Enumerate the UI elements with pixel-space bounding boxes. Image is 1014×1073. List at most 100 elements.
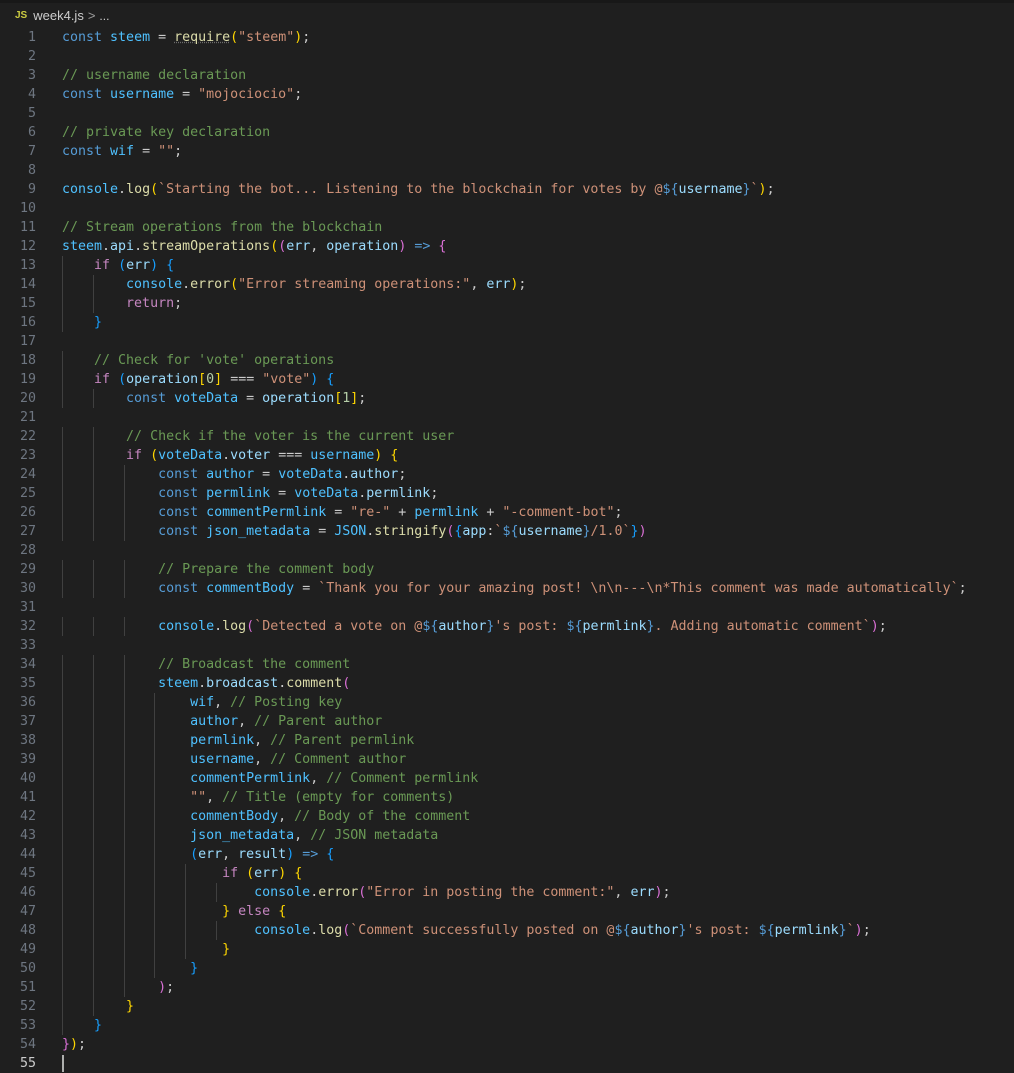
code-line[interactable]: 21 [0, 408, 1014, 427]
line-number: 27 [19, 524, 36, 539]
breadcrumb-symbols[interactable]: ... [99, 9, 109, 23]
code-line[interactable]: 47 } else { [0, 902, 1014, 921]
code-text: } [94, 1018, 103, 1033]
code-line[interactable]: 22 // Check if the voter is the current … [0, 427, 1014, 446]
code-text: const author = voteData.author; [158, 467, 407, 482]
code-text [62, 1054, 64, 1073]
code-line[interactable]: 44 (err, result) => { [0, 845, 1014, 864]
code-line[interactable]: 35 steem.broadcast.comment( [0, 674, 1014, 693]
code-text: } [222, 942, 231, 957]
code-line[interactable]: 32 console.log(`Detected a vote on @${au… [0, 617, 1014, 636]
line-number: 41 [19, 790, 36, 805]
line-number: 9 [27, 182, 36, 197]
code-line[interactable]: 24 const author = voteData.author; [0, 465, 1014, 484]
code-line[interactable]: 51 ); [0, 978, 1014, 997]
line-number: 37 [19, 714, 36, 729]
code-line[interactable]: 3 // username declaration [0, 66, 1014, 85]
code-line[interactable]: 53 } [0, 1016, 1014, 1035]
code-text: permlink, // Parent permlink [190, 733, 415, 748]
code-line[interactable]: 15 return; [0, 294, 1014, 313]
line-number: 4 [27, 87, 36, 102]
code-line[interactable]: 27 const json_metadata = JSON.stringify(… [0, 522, 1014, 541]
code-line[interactable]: 52 } [0, 997, 1014, 1016]
line-number: 6 [27, 125, 36, 140]
code-line[interactable]: 14 console.error("Error streaming operat… [0, 275, 1014, 294]
code-line[interactable]: 37 author, // Parent author [0, 712, 1014, 731]
line-number: 34 [19, 657, 36, 672]
code-line[interactable]: 36 wif, // Posting key [0, 693, 1014, 712]
code-text: console.log(`Starting the bot... Listeni… [62, 182, 775, 197]
line-number: 52 [19, 999, 36, 1014]
code-text: wif, // Posting key [190, 695, 343, 710]
code-line[interactable]: 1 const steem = require("steem"); [0, 28, 1014, 47]
code-line[interactable]: 28 [0, 541, 1014, 560]
code-text: return; [126, 296, 183, 311]
code-line[interactable]: 4 const username = "mojociocio"; [0, 85, 1014, 104]
line-number: 3 [27, 68, 36, 83]
javascript-file-icon: JS [15, 10, 28, 21]
code-line[interactable]: 55 [0, 1054, 1014, 1073]
code-text: console.error("Error streaming operation… [126, 277, 527, 292]
code-line[interactable]: 29 // Prepare the comment body [0, 560, 1014, 579]
code-text: // Stream operations from the blockchain [62, 220, 383, 235]
breadcrumb[interactable]: JS week4.js > ... [0, 3, 1014, 28]
line-number: 16 [19, 315, 36, 330]
line-number: 21 [19, 410, 36, 425]
line-number: 14 [19, 277, 36, 292]
code-line[interactable]: 45 if (err) { [0, 864, 1014, 883]
code-line[interactable]: 9 console.log(`Starting the bot... Listen… [0, 180, 1014, 199]
code-line[interactable]: 42 commentBody, // Body of the comment [0, 807, 1014, 826]
code-text: // Prepare the comment body [158, 562, 375, 577]
code-text: const commentBody = `Thank you for your … [158, 581, 967, 596]
code-line[interactable]: 43 json_metadata, // JSON metadata [0, 826, 1014, 845]
code-line[interactable]: 34 // Broadcast the comment [0, 655, 1014, 674]
code-text: // Check for 'vote' operations [94, 353, 335, 368]
code-line[interactable]: 25 const permlink = voteData.permlink; [0, 484, 1014, 503]
code-line[interactable]: 39 username, // Comment author [0, 750, 1014, 769]
line-number: 29 [19, 562, 36, 577]
line-number: 2 [27, 49, 36, 64]
code-text: } [190, 961, 199, 976]
code-line[interactable]: 50 } [0, 959, 1014, 978]
line-number: 51 [19, 980, 36, 995]
code-line[interactable]: 48 console.log(`Comment successfully pos… [0, 921, 1014, 940]
code-line[interactable]: 26 const commentPermlink = "re-" + perml… [0, 503, 1014, 522]
code-line[interactable]: 5 [0, 104, 1014, 123]
code-line[interactable]: 38 permlink, // Parent permlink [0, 731, 1014, 750]
code-line[interactable]: 17 [0, 332, 1014, 351]
code-text: const json_metadata = JSON.stringify({ap… [158, 524, 647, 539]
code-line[interactable]: 11 // Stream operations from the blockcha… [0, 218, 1014, 237]
code-line[interactable]: 33 [0, 636, 1014, 655]
code-text: // Check if the voter is the current use… [126, 429, 455, 444]
line-number: 24 [19, 467, 36, 482]
code-line[interactable]: 16 } [0, 313, 1014, 332]
breadcrumb-file-name[interactable]: week4.js [33, 8, 84, 23]
code-line[interactable]: 20 const voteData = operation[1]; [0, 389, 1014, 408]
code-line[interactable]: 31 [0, 598, 1014, 617]
code-text: } [94, 315, 103, 330]
code-line[interactable]: 41 "", // Title (empty for comments) [0, 788, 1014, 807]
code-text: const username = "mojociocio"; [62, 87, 303, 102]
line-number: 10 [19, 201, 36, 216]
code-line[interactable]: 30 const commentBody = `Thank you for yo… [0, 579, 1014, 598]
line-number: 15 [19, 296, 36, 311]
code-line[interactable]: 10 [0, 199, 1014, 218]
line-number: 33 [19, 638, 36, 653]
code-line[interactable]: 54}); [0, 1035, 1014, 1054]
line-number: 26 [19, 505, 36, 520]
code-line[interactable]: 19 if (operation[0] === "vote") { [0, 370, 1014, 389]
code-line[interactable]: 49 } [0, 940, 1014, 959]
line-number: 40 [19, 771, 36, 786]
code-line[interactable]: 7 const wif = ""; [0, 142, 1014, 161]
line-number: 13 [19, 258, 36, 273]
code-editor[interactable]: 1 const steem = require("steem"); 2 3// use… [0, 28, 1014, 1073]
code-line[interactable]: 18 // Check for 'vote' operations [0, 351, 1014, 370]
code-line[interactable]: 46 console.error("Error in posting the c… [0, 883, 1014, 902]
code-line[interactable]: 8 [0, 161, 1014, 180]
code-line[interactable]: 23 if (voteData.voter === username) { [0, 446, 1014, 465]
code-line[interactable]: 6 // private key declaration [0, 123, 1014, 142]
code-line[interactable]: 12 steem.api.streamOperations((err, opera… [0, 237, 1014, 256]
code-line[interactable]: 40 commentPermlink, // Comment permlink [0, 769, 1014, 788]
code-line[interactable]: 13 if (err) { [0, 256, 1014, 275]
code-line[interactable]: 2 [0, 47, 1014, 66]
